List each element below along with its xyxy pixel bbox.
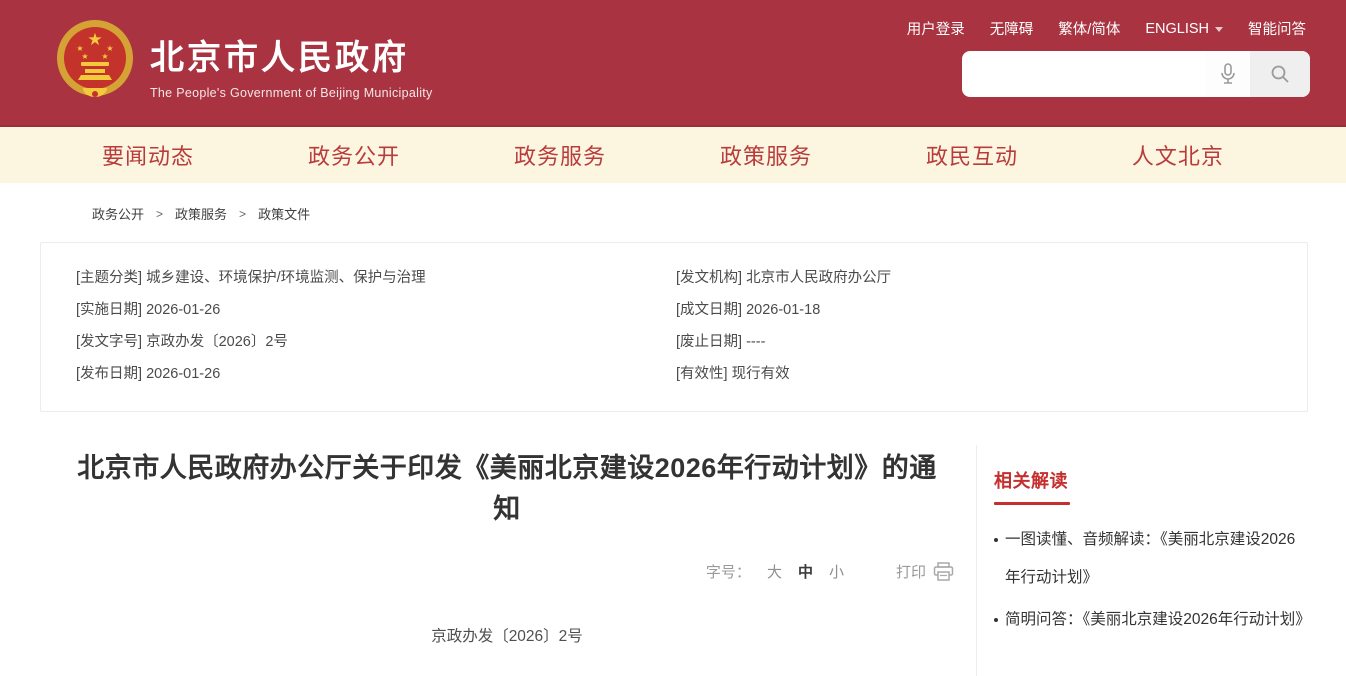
- meta-label: [发文字号]: [76, 334, 142, 350]
- site-logo[interactable]: ★ ★ ★ ★ ★ 北京市人民政府 The People's Governmen…: [56, 14, 433, 102]
- breadcrumb: 政务公开 > 政策服务 > 政策文件: [0, 183, 1346, 223]
- related-reading-link-infographic[interactable]: 一图读懂、音频解读：《美丽北京建设2026年行动计划》: [994, 521, 1307, 597]
- meta-row-topic-category: [主题分类] 城乡建设、环境保护/环境监测、保护与治理: [76, 262, 676, 294]
- search-input[interactable]: [962, 51, 1206, 97]
- meta-label: [废止日期]: [676, 334, 742, 350]
- printer-icon: [933, 562, 954, 582]
- related-reading-text: 简明问答：《美丽北京建设2026年行动计划》: [1005, 601, 1307, 639]
- related-reading-link-qa[interactable]: 简明问答：《美丽北京建设2026年行动计划》: [994, 601, 1307, 639]
- meta-row-effective-date: [实施日期] 2026-01-26: [76, 294, 676, 326]
- meta-row-doc-number: [发文字号] 京政办发〔2026〕2号: [76, 326, 676, 358]
- breadcrumb-separator: >: [156, 207, 163, 221]
- caret-down-icon: [1215, 27, 1223, 32]
- svg-text:★: ★: [101, 52, 108, 61]
- english-link-label: ENGLISH: [1145, 21, 1209, 37]
- meta-value: 现行有效: [732, 366, 790, 382]
- meta-row-repeal-date: [废止日期] ----: [676, 326, 1307, 358]
- meta-label: [发文机构]: [676, 270, 742, 286]
- nav-item-news[interactable]: 要闻动态: [102, 139, 194, 171]
- user-login-link[interactable]: 用户登录: [907, 18, 965, 39]
- nav-item-public-interaction[interactable]: 政民互动: [926, 139, 1018, 171]
- traditional-simplified-link[interactable]: 繁体/简体: [1058, 18, 1120, 39]
- svg-text:★: ★: [87, 30, 102, 49]
- accessibility-link[interactable]: 无障碍: [990, 18, 1034, 39]
- related-reading-text: 一图读懂、音频解读：《美丽北京建设2026年行动计划》: [1005, 521, 1307, 597]
- meta-label: [主题分类]: [76, 270, 142, 286]
- nav-item-gov-openness[interactable]: 政务公开: [308, 139, 400, 171]
- meta-value: 2026-01-18: [746, 302, 820, 318]
- meta-row-publish-date: [发布日期] 2026-01-26: [76, 358, 676, 390]
- meta-label: [成文日期]: [676, 302, 742, 318]
- search-bar: [962, 51, 1310, 97]
- bullet-icon: [994, 618, 998, 622]
- smart-qa-link[interactable]: 智能问答: [1248, 18, 1306, 39]
- meta-left-column: [主题分类] 城乡建设、环境保护/环境监测、保护与治理 [实施日期] 2026-…: [76, 262, 676, 390]
- article-tools: 字号： 大 中 小 打印: [38, 561, 976, 582]
- nav-item-gov-services[interactable]: 政务服务: [514, 139, 606, 171]
- meta-label: [发布日期]: [76, 366, 142, 382]
- article-title: 北京市人民政府办公厅关于印发《美丽北京建设2026年行动计划》的通知: [67, 448, 947, 530]
- sidebar-list: 一图读懂、音频解读：《美丽北京建设2026年行动计划》 简明问答：《美丽北京建设…: [994, 521, 1307, 639]
- search-icon: [1270, 64, 1290, 84]
- mic-icon: [1219, 63, 1237, 85]
- meta-value: 城乡建设、环境保护/环境监测、保护与治理: [146, 270, 426, 286]
- bullet-icon: [994, 538, 998, 542]
- voice-search-button[interactable]: [1206, 51, 1250, 97]
- nav-item-policy-services[interactable]: 政策服务: [720, 139, 812, 171]
- related-reading-sidebar: 相关解读 一图读懂、音频解读：《美丽北京建设2026年行动计划》 简明问答：《美…: [976, 445, 1307, 676]
- meta-value: ----: [746, 334, 765, 350]
- meta-value: 2026-01-26: [146, 302, 220, 318]
- breadcrumb-item-gov-openness[interactable]: 政务公开: [92, 204, 144, 223]
- breadcrumb-item-policy-documents[interactable]: 政策文件: [258, 204, 310, 223]
- meta-value: 京政办发〔2026〕2号: [146, 334, 288, 350]
- search-submit-button[interactable]: [1250, 51, 1310, 97]
- primary-nav: 要闻动态 政务公开 政务服务 政策服务 政民互动 人文北京: [0, 127, 1346, 183]
- meta-row-validity: [有效性] 现行有效: [676, 358, 1307, 390]
- print-label: 打印: [896, 561, 926, 582]
- meta-right-column: [发文机构] 北京市人民政府办公厅 [成文日期] 2026-01-18 [废止日…: [676, 262, 1307, 390]
- sidebar-title-underline: [994, 502, 1070, 505]
- meta-value: 2026-01-26: [146, 366, 220, 382]
- svg-text:★: ★: [81, 52, 88, 61]
- document-number: 京政办发〔2026〕2号: [38, 624, 976, 646]
- english-link[interactable]: ENGLISH: [1145, 21, 1223, 37]
- breadcrumb-separator: >: [239, 207, 246, 221]
- font-size-label: 字号：: [706, 561, 751, 582]
- site-header: ★ ★ ★ ★ ★ 北京市人民政府 The People's Governmen…: [0, 0, 1346, 127]
- print-button[interactable]: 打印: [896, 561, 954, 582]
- meta-row-written-date: [成文日期] 2026-01-18: [676, 294, 1307, 326]
- brand-text: 北京市人民政府 The People's Government of Beiji…: [150, 14, 433, 100]
- site-title: 北京市人民政府: [150, 30, 433, 79]
- font-size-large-button[interactable]: 大: [767, 561, 782, 582]
- site-subtitle: The People's Government of Beijing Munic…: [150, 86, 433, 100]
- sidebar-title: 相关解读: [994, 467, 1307, 493]
- utility-nav: 用户登录 无障碍 繁体/简体 ENGLISH 智能问答: [907, 18, 1306, 39]
- meta-value: 北京市人民政府办公厅: [746, 270, 891, 286]
- document-meta-box: [主题分类] 城乡建设、环境保护/环境监测、保护与治理 [实施日期] 2026-…: [40, 242, 1308, 412]
- national-emblem-icon: ★ ★ ★ ★ ★: [56, 14, 134, 102]
- meta-row-issuing-agency: [发文机构] 北京市人民政府办公厅: [676, 262, 1307, 294]
- meta-label: [有效性]: [676, 366, 728, 382]
- font-size-medium-button[interactable]: 中: [798, 561, 813, 582]
- font-size-small-button[interactable]: 小: [829, 561, 844, 582]
- breadcrumb-item-policy-services[interactable]: 政策服务: [175, 204, 227, 223]
- nav-item-culture-beijing[interactable]: 人文北京: [1132, 139, 1224, 171]
- article-column: 北京市人民政府办公厅关于印发《美丽北京建设2026年行动计划》的通知 字号： 大…: [38, 445, 976, 676]
- meta-label: [实施日期]: [76, 302, 142, 318]
- content-area: 北京市人民政府办公厅关于印发《美丽北京建设2026年行动计划》的通知 字号： 大…: [0, 445, 1346, 676]
